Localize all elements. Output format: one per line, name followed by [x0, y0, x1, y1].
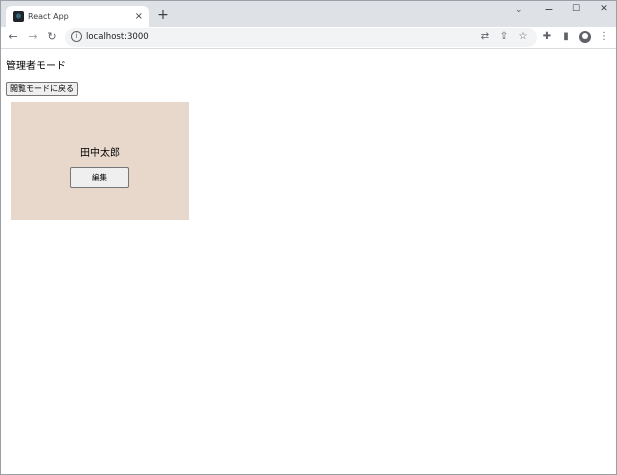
browser-window: ⚛ React App × + ⌄ − ☐ ✕ ← → ↻ i localhos… — [0, 0, 617, 475]
new-tab-icon[interactable]: + — [155, 7, 171, 23]
user-name: 田中太郎 — [80, 148, 120, 159]
reload-icon[interactable]: ↻ — [44, 29, 60, 45]
browser-toolbar: ← → ↻ i localhost:3000 ⇄ ⇪ ☆ ✚ ▮ ⋮ — [1, 27, 616, 49]
edit-button[interactable]: 編集 — [70, 167, 129, 188]
back-icon[interactable]: ← — [5, 29, 21, 45]
menu-icon[interactable]: ⋮ — [597, 30, 611, 44]
profile-avatar-icon[interactable] — [579, 31, 591, 43]
tab-title: React App — [28, 12, 69, 21]
side-panel-icon[interactable]: ▮ — [559, 30, 573, 44]
tab-search-icon[interactable]: ⌄ — [515, 5, 523, 15]
extensions-icon[interactable]: ✚ — [540, 30, 554, 44]
share-icon[interactable]: ⇪ — [497, 30, 511, 44]
address-bar[interactable]: i localhost:3000 ⇄ ⇪ ☆ — [65, 28, 537, 47]
minimize-icon[interactable]: − — [541, 3, 557, 16]
maximize-icon[interactable]: ☐ — [568, 4, 584, 14]
user-card: 田中太郎 編集 — [11, 102, 189, 220]
close-tab-icon[interactable]: × — [135, 6, 143, 27]
tab-react-app[interactable]: ⚛ React App × — [6, 6, 149, 27]
tab-strip: ⚛ React App × + ⌄ − ☐ ✕ — [1, 1, 616, 27]
back-to-view-mode-button[interactable]: 閲覧モードに戻る — [6, 82, 78, 96]
react-logo-icon: ⚛ — [13, 11, 24, 22]
close-window-icon[interactable]: ✕ — [596, 4, 612, 14]
page-title: 管理者モード — [6, 61, 66, 72]
translate-icon[interactable]: ⇄ — [478, 30, 492, 44]
site-info-icon[interactable]: i — [71, 31, 82, 42]
page-content: 管理者モード 閲覧モードに戻る 田中太郎 編集 — [1, 49, 616, 474]
forward-icon[interactable]: → — [25, 29, 41, 45]
bookmark-star-icon[interactable]: ☆ — [516, 30, 530, 44]
url-text[interactable]: localhost:3000 — [86, 28, 149, 47]
